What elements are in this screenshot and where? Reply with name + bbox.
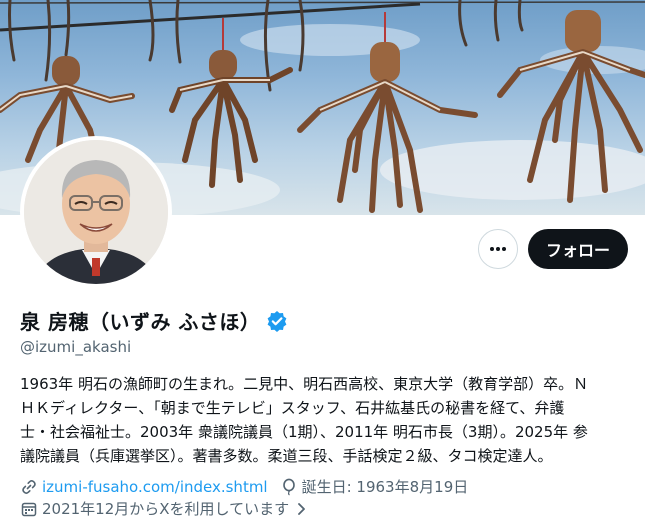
joined-text: 2021年12月からXを利用しています	[42, 500, 290, 518]
profile-meta-row: izumi-fusaho.com/index.shtml 誕生日: 1963年8…	[20, 476, 468, 497]
bio-line: 議院議員（兵庫選挙区）。著書多数。柔道三段、手話検定２級、タコ検定達人。	[20, 447, 553, 465]
verified-badge-icon[interactable]	[266, 310, 288, 332]
birthday-text: 誕生日: 1963年8月19日	[301, 478, 469, 496]
display-name-row: 泉 房穂（いずみ ふさほ）	[20, 306, 288, 335]
bio: 1963年 明石の漁師町の生まれ。二見中、明石西高校、東京大学（教育学部）卒。Ｎ…	[20, 372, 632, 468]
handle: @izumi_akashi	[20, 338, 132, 356]
bio-line: 1963年 明石の漁師町の生まれ。二見中、明石西高校、東京大学（教育学部）卒。Ｎ	[20, 375, 589, 393]
more-button[interactable]	[478, 229, 518, 269]
joined-item[interactable]: 2021年12月からXを利用しています	[20, 498, 313, 519]
more-horizontal-icon	[490, 247, 506, 251]
balloon-icon	[282, 478, 295, 495]
calendar-icon	[21, 502, 37, 516]
display-name: 泉 房穂（いずみ ふさほ）	[20, 310, 261, 334]
avatar-photo	[24, 140, 168, 284]
profile-joined-row[interactable]: 2021年12月からXを利用しています	[20, 498, 313, 519]
website-item[interactable]: izumi-fusaho.com/index.shtml	[20, 478, 268, 496]
link-icon	[22, 479, 36, 494]
follow-button[interactable]: フォロー	[528, 229, 628, 269]
bio-line: 士・社会福祉士。2003年 衆議院議員（1期）、2011年 明石市長（3期）。2…	[20, 423, 588, 441]
chevron-right-icon	[298, 502, 305, 515]
avatar[interactable]	[20, 136, 172, 288]
birthday-item: 誕生日: 1963年8月19日	[280, 476, 469, 497]
bio-line: ＨＫディレクター、「朝まで生テレビ」スタッフ、石井紘基氏の秘書を経て、弁護	[20, 399, 565, 417]
website-link[interactable]: izumi-fusaho.com/index.shtml	[42, 478, 268, 496]
